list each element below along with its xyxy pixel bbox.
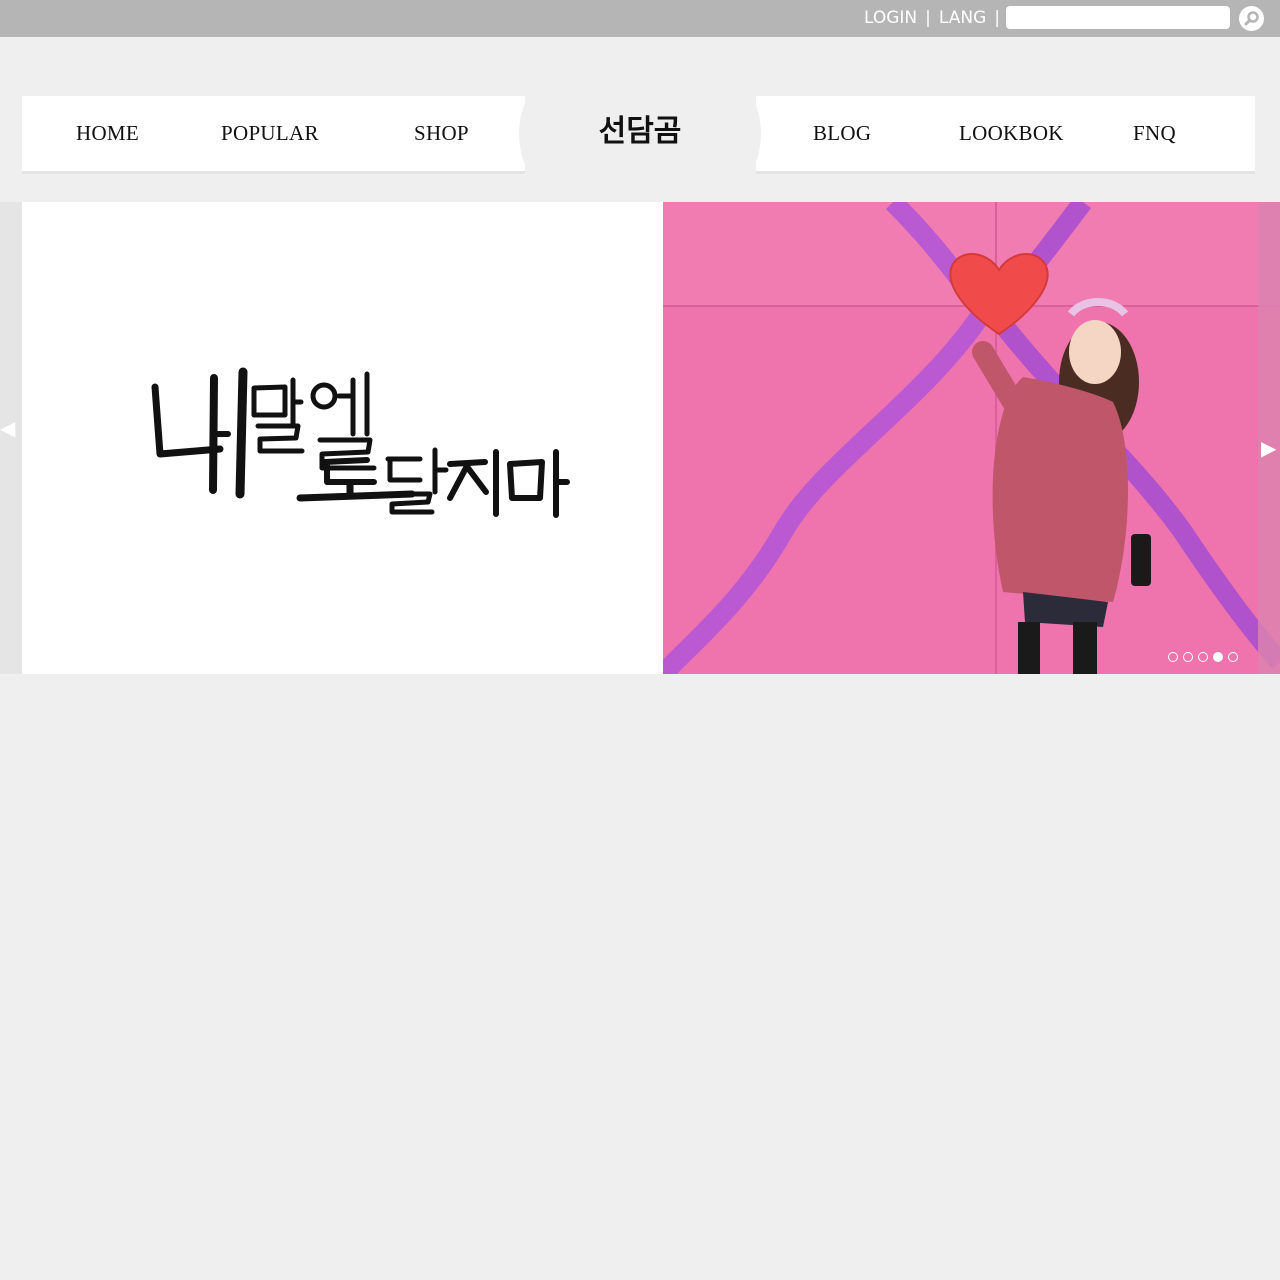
next-slide-button[interactable]: ▶ <box>1261 438 1276 458</box>
nav-item-popular[interactable]: POPULAR <box>221 118 319 148</box>
calligraphy-title-image <box>151 367 570 518</box>
slide-dot[interactable] <box>1168 652 1178 662</box>
nav-item-blog[interactable]: BLOG <box>813 118 871 148</box>
prev-slide-button[interactable]: ◀ <box>0 418 15 438</box>
slide-dot[interactable] <box>1183 652 1193 662</box>
slide-dot[interactable] <box>1213 652 1223 662</box>
search-icon <box>1244 11 1259 26</box>
hero-slider: ◀ ▶ <box>0 202 1280 674</box>
triangle-right-icon: ▶ <box>1261 436 1277 460</box>
slide-dot[interactable] <box>1198 652 1208 662</box>
slide-title-panel <box>22 202 663 674</box>
nav-item-lookbok[interactable]: LOOKBOK <box>959 118 1064 148</box>
slide-dot[interactable] <box>1228 652 1238 662</box>
photo-image <box>663 202 1280 674</box>
separator: | <box>925 8 931 28</box>
login-link[interactable]: LOGIN <box>864 8 917 28</box>
nav-item-shop[interactable]: SHOP <box>414 118 469 148</box>
site-logo[interactable]: 선담곰 <box>540 112 740 152</box>
top-links: LOGIN | LANG | <box>864 5 1008 31</box>
slide-pagination <box>1168 652 1238 662</box>
slide-photo-panel <box>663 202 1280 674</box>
nav-item-fnq[interactable]: FNQ <box>1133 118 1176 148</box>
separator: | <box>994 8 1001 28</box>
lang-link[interactable]: LANG <box>939 8 986 28</box>
search-button[interactable] <box>1239 6 1264 31</box>
nav-item-home[interactable]: HOME <box>76 118 139 148</box>
search-input[interactable] <box>1006 6 1230 29</box>
triangle-left-icon: ◀ <box>0 416 16 440</box>
